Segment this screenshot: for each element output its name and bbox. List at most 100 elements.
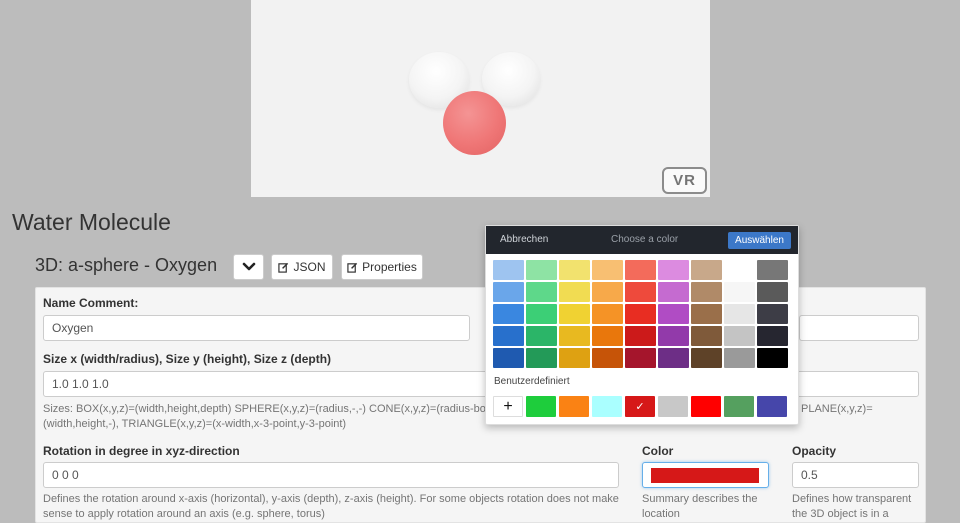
palette-swatch[interactable] [724, 304, 755, 324]
palette-swatch[interactable] [559, 326, 590, 346]
color-picker-title: Choose a color [611, 234, 679, 245]
palette-swatch[interactable] [625, 282, 656, 302]
size-value: 1.0 1.0 1.0 [52, 377, 109, 391]
palette-swatch[interactable] [757, 348, 788, 368]
palette-swatch[interactable] [526, 326, 557, 346]
json-button-label: JSON [293, 260, 326, 274]
palette-swatch[interactable] [757, 304, 788, 324]
opacity-help-line-2: the 3D object is in a [792, 508, 889, 520]
palette-swatch[interactable] [691, 348, 722, 368]
palette-swatch[interactable] [592, 348, 623, 368]
custom-colors-label: Benutzerdefiniert [494, 376, 570, 387]
size-help-line-1-end: PLANE(x,y,z)= [801, 403, 873, 415]
palette-swatch[interactable] [658, 282, 689, 302]
palette-swatch[interactable] [658, 348, 689, 368]
palette-swatch[interactable] [724, 282, 755, 302]
palette-swatch[interactable] [559, 282, 590, 302]
color-label: Color [642, 444, 674, 458]
oxygen-sphere[interactable] [443, 91, 506, 155]
size-help-line-2: (width,height,-), TRIANGLE(x,y,z)=(x-wid… [43, 418, 347, 430]
properties-button[interactable]: Properties [341, 254, 423, 280]
cancel-button[interactable]: Abbrechen [500, 234, 548, 245]
color-input[interactable] [642, 462, 769, 488]
palette-swatch[interactable] [658, 304, 689, 324]
rotation-help-line-2: sense to apply rotation around an axis (… [43, 508, 325, 520]
dropdown-toggle-button[interactable] [233, 254, 264, 280]
rotation-input[interactable]: 0 0 0 [43, 462, 619, 488]
palette-swatch[interactable] [625, 348, 656, 368]
color-help-line-1: Summary describes the [642, 493, 758, 505]
palette-swatch[interactable] [559, 348, 590, 368]
palette-swatch[interactable] [625, 326, 656, 346]
palette-swatch[interactable] [691, 326, 722, 346]
palette-swatch[interactable] [493, 282, 524, 302]
custom-colors-row: + ✓ [493, 396, 787, 417]
color-help-line-2: location [642, 508, 680, 520]
rotation-label: Rotation in degree in xyz-direction [43, 444, 240, 458]
custom-color-swatch[interactable] [526, 396, 556, 417]
3d-viewer[interactable]: VR [251, 0, 710, 197]
secondary-input-partial[interactable] [799, 315, 919, 341]
palette-swatch[interactable] [526, 260, 557, 280]
edit-icon [278, 262, 289, 273]
custom-color-swatch[interactable] [559, 396, 589, 417]
palette-swatch[interactable] [526, 304, 557, 324]
palette-swatch[interactable] [625, 260, 656, 280]
palette-swatch[interactable] [724, 348, 755, 368]
chevron-down-icon [242, 262, 255, 271]
select-color-button[interactable]: Auswählen [728, 232, 791, 249]
palette-swatch[interactable] [526, 348, 557, 368]
palette-swatch[interactable] [658, 260, 689, 280]
custom-color-swatch[interactable] [658, 396, 688, 417]
opacity-help-line-1: Defines how transparent [792, 493, 912, 505]
palette-swatch[interactable] [691, 260, 722, 280]
palette-swatch[interactable] [493, 326, 524, 346]
rotation-help-line-1: Defines the rotation around x-axis (hori… [43, 493, 619, 505]
palette-swatch[interactable] [658, 326, 689, 346]
size-label: Size x (width/radius), Size y (height), … [43, 352, 332, 366]
color-picker-header: Abbrechen Choose a color Auswählen [486, 226, 798, 254]
palette-swatch[interactable] [493, 304, 524, 324]
palette-swatch[interactable] [592, 304, 623, 324]
custom-color-swatch[interactable]: ✓ [625, 396, 655, 417]
properties-button-label: Properties [362, 260, 417, 274]
custom-color-swatch[interactable] [691, 396, 721, 417]
palette-swatch[interactable] [757, 260, 788, 280]
palette-swatch[interactable] [757, 282, 788, 302]
palette-swatch[interactable] [625, 304, 656, 324]
size-help-line-1: Sizes: BOX(x,y,z)=(width,height,depth) S… [43, 403, 499, 415]
opacity-value: 0.5 [801, 468, 818, 482]
palette-swatch[interactable] [724, 260, 755, 280]
json-button[interactable]: JSON [271, 254, 333, 280]
palette-swatch[interactable] [724, 326, 755, 346]
page-title: Water Molecule [12, 209, 171, 235]
name-comment-value: Oxygen [52, 321, 94, 335]
opacity-input[interactable]: 0.5 [792, 462, 919, 488]
rotation-value: 0 0 0 [52, 468, 79, 482]
vr-button[interactable]: VR [662, 167, 707, 194]
color-palette-grid [493, 260, 788, 368]
custom-color-swatch[interactable] [724, 396, 754, 417]
check-icon: ✓ [635, 401, 645, 413]
custom-color-swatch[interactable] [592, 396, 622, 417]
palette-swatch[interactable] [757, 326, 788, 346]
palette-swatch[interactable] [526, 282, 557, 302]
palette-swatch[interactable] [559, 304, 590, 324]
add-custom-color-button[interactable]: + [493, 396, 523, 417]
palette-swatch[interactable] [592, 260, 623, 280]
palette-swatch[interactable] [691, 304, 722, 324]
palette-swatch[interactable] [493, 260, 524, 280]
name-comment-label: Name Comment: [43, 296, 139, 310]
selected-color-swatch [651, 467, 759, 483]
palette-swatch[interactable] [559, 260, 590, 280]
object-title: 3D: a-sphere - Oxygen [35, 255, 218, 275]
opacity-label: Opacity [792, 444, 837, 458]
edit-icon [347, 262, 358, 273]
color-picker-popup: Abbrechen Choose a color Auswählen Benut… [485, 225, 799, 425]
custom-color-swatch[interactable] [757, 396, 787, 417]
name-comment-input[interactable]: Oxygen [43, 315, 470, 341]
palette-swatch[interactable] [691, 282, 722, 302]
palette-swatch[interactable] [493, 348, 524, 368]
palette-swatch[interactable] [592, 282, 623, 302]
palette-swatch[interactable] [592, 326, 623, 346]
